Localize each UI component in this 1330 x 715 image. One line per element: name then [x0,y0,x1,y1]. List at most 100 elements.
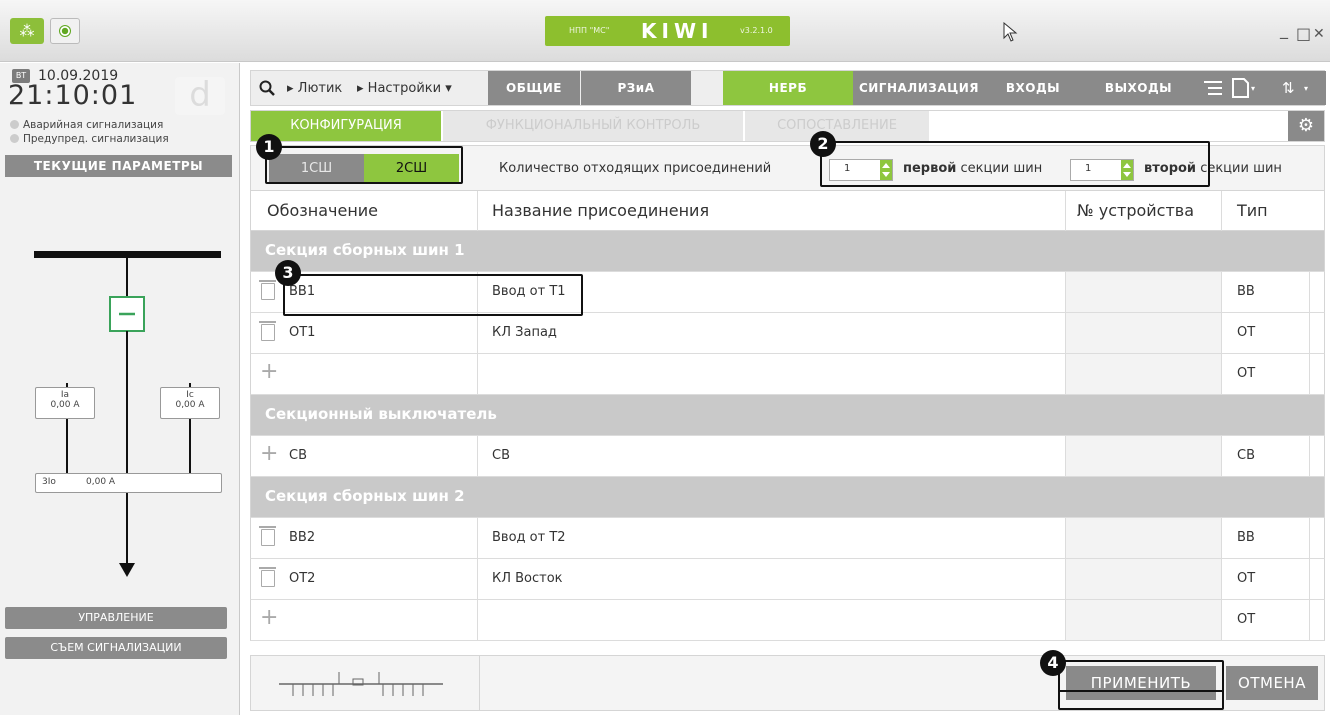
trash-icon[interactable] [259,280,276,300]
breadcrumb-settings[interactable]: ▸ Настройки ▾ [357,81,452,96]
breadcrumb-settings-label: Настройки [367,81,442,96]
ia-meter: Ia 0,00 A [35,387,95,419]
control-button[interactable]: УПРАВЛЕНИЕ [5,607,227,629]
brand-banner: НПП "МС" KIWI v3.2.1.0 [545,16,790,46]
row-device[interactable] [1066,559,1221,599]
add-icon[interactable]: + [260,361,278,383]
minimize-button[interactable]: _ [1280,20,1288,39]
list-icon[interactable] [1204,80,1222,96]
tab-nerb[interactable]: НЕРБ [723,71,853,105]
section-title: Секция сборных шин 1 [265,241,465,259]
single-line-diagram [34,251,221,577]
sub-tabs: КОНФИГУРАЦИЯ ФУНКЦИОНАЛЬНЫЙ КОНТРОЛЬ СОП… [250,110,1325,142]
tab-functional-control[interactable]: ФУНКЦИОНАЛЬНЫЙ КОНТРОЛЬ [443,111,743,141]
brand-vendor: НПП "МС" [569,26,610,35]
settings-gear-icon[interactable]: ⚙ [1288,111,1324,141]
section-row-cb: Секционный выключатель [250,395,1325,436]
row-code: ОТ1 [289,325,316,340]
trash-icon[interactable] [259,526,276,546]
tab-general[interactable]: ОБЩИЕ [488,71,580,105]
table-row[interactable]: ВВ2 Ввод от Т2 ВВ [250,518,1325,559]
alarm-warning-label: Предупред. сигнализация [23,133,169,145]
tab-rzia[interactable]: РЗиА [581,71,691,105]
brand-name: KIWI [641,19,714,43]
table-row[interactable]: ОТ1 КЛ Запад ОТ [250,313,1325,354]
breadcrumb-device[interactable]: ▸ Лютик [287,81,342,96]
row-type: ОТ [1237,612,1256,627]
i0-label: 3Io [42,477,56,487]
cancel-button[interactable]: ОТМЕНА [1226,666,1318,700]
outgoing-count-label: Количество отходящих присоединений [499,161,772,176]
trash-icon[interactable] [259,567,276,587]
sort-icon[interactable]: ⇅ ▾ [1278,78,1318,98]
callout-box-2 [820,141,1210,187]
row-code: ВВ2 [289,530,316,545]
row-code: СВ [289,448,307,463]
row-device[interactable] [1066,272,1221,312]
current-params-button[interactable]: ТЕКУЩИЕ ПАРАМЕТРЫ [5,155,232,177]
svg-text:⇅: ⇅ [1282,79,1295,97]
add-icon[interactable]: + [260,443,278,465]
row-name[interactable]: СВ [492,448,510,463]
time-display: 21:10:01 [8,80,138,111]
callout-badge-4: 4 [1040,650,1066,676]
row-device[interactable] [1066,313,1221,353]
target-icon[interactable] [50,18,80,44]
row-type: ОТ [1237,325,1256,340]
row-device[interactable] [1066,600,1221,640]
callout-badge-1: 1 [256,134,282,160]
table-row[interactable]: + ОТ [250,600,1325,641]
row-device[interactable] [1066,436,1221,476]
tab-inputs[interactable]: ВХОДЫ [985,71,1081,105]
trash-icon[interactable] [259,321,276,341]
close-button[interactable]: ✕ [1313,26,1325,42]
row-type: ВВ [1237,284,1255,299]
maximize-button[interactable]: □ [1296,24,1311,43]
row-name[interactable]: Ввод от Т2 [492,530,566,545]
toolbar-icons: ▾ ⇅ ▾ [1196,71,1326,105]
tab-configuration[interactable]: КОНФИГУРАЦИЯ [251,111,441,141]
i0-meter: 3Io 0,00 A [35,473,222,493]
ia-value: 0,00 A [50,400,80,410]
alarm-warning: Предупред. сигнализация [10,133,169,145]
ia-label: Ia [60,390,70,400]
alarm-emergency-label: Аварийная сигнализация [23,119,164,131]
table-row[interactable]: ОТ2 КЛ Восток ОТ [250,559,1325,600]
section-title: Секционный выключатель [265,405,497,423]
alarm-emergency: Аварийная сигнализация [10,119,163,131]
callout-box-3 [283,274,583,316]
device-badge: d [175,77,225,115]
reset-alarm-button[interactable]: СЪЕМ СИГНАЛИЗАЦИИ [5,637,227,659]
row-type: СВ [1237,448,1255,463]
row-device[interactable] [1066,518,1221,558]
col-type: Тип [1237,201,1268,220]
tab-matching[interactable]: СОПОСТАВЛЕНИЕ [745,111,929,141]
brand-version: v3.2.1.0 [740,26,773,35]
main-nav: ▸ Лютик ▸ Настройки ▾ ОБЩИЕ РЗиА НЕРБ СИ… [250,70,1326,106]
tab-signaling[interactable]: СИГНАЛИЗАЦИЯ [853,71,985,105]
row-name[interactable]: КЛ Запад [492,325,557,340]
svg-text:▾: ▾ [1251,84,1255,93]
tab-outputs[interactable]: ВЫХОДЫ [1081,71,1196,105]
callout-box-4b [1058,660,1224,710]
row-device[interactable] [1066,354,1221,394]
table-row[interactable]: + ОТ [250,354,1325,395]
table-header: Обозначение Название присоединения № уст… [250,191,1325,231]
alarm-indicator-icon [10,120,19,129]
i0-value: 0,00 A [86,477,116,487]
search-icon[interactable] [259,80,275,96]
ic-label: Ic [186,390,194,400]
row-name[interactable]: КЛ Восток [492,571,563,586]
row-type: ОТ [1237,366,1256,381]
row-type: ОТ [1237,571,1256,586]
cursor-icon [1003,22,1018,42]
left-panel: ВТ 10.09.2019 21:10:01 d Аварийная сигна… [0,63,240,715]
app-logo-button[interactable]: ⁂ [10,18,44,44]
row-code: ОТ2 [289,571,316,586]
connections-table: Обозначение Название присоединения № уст… [250,191,1325,650]
second-section-rest: секции шин [1200,161,1282,176]
document-icon[interactable]: ▾ [1232,78,1258,98]
table-row[interactable]: + СВ СВ СВ [250,436,1325,477]
col-name: Название присоединения [492,201,710,220]
add-icon[interactable]: + [260,607,278,629]
